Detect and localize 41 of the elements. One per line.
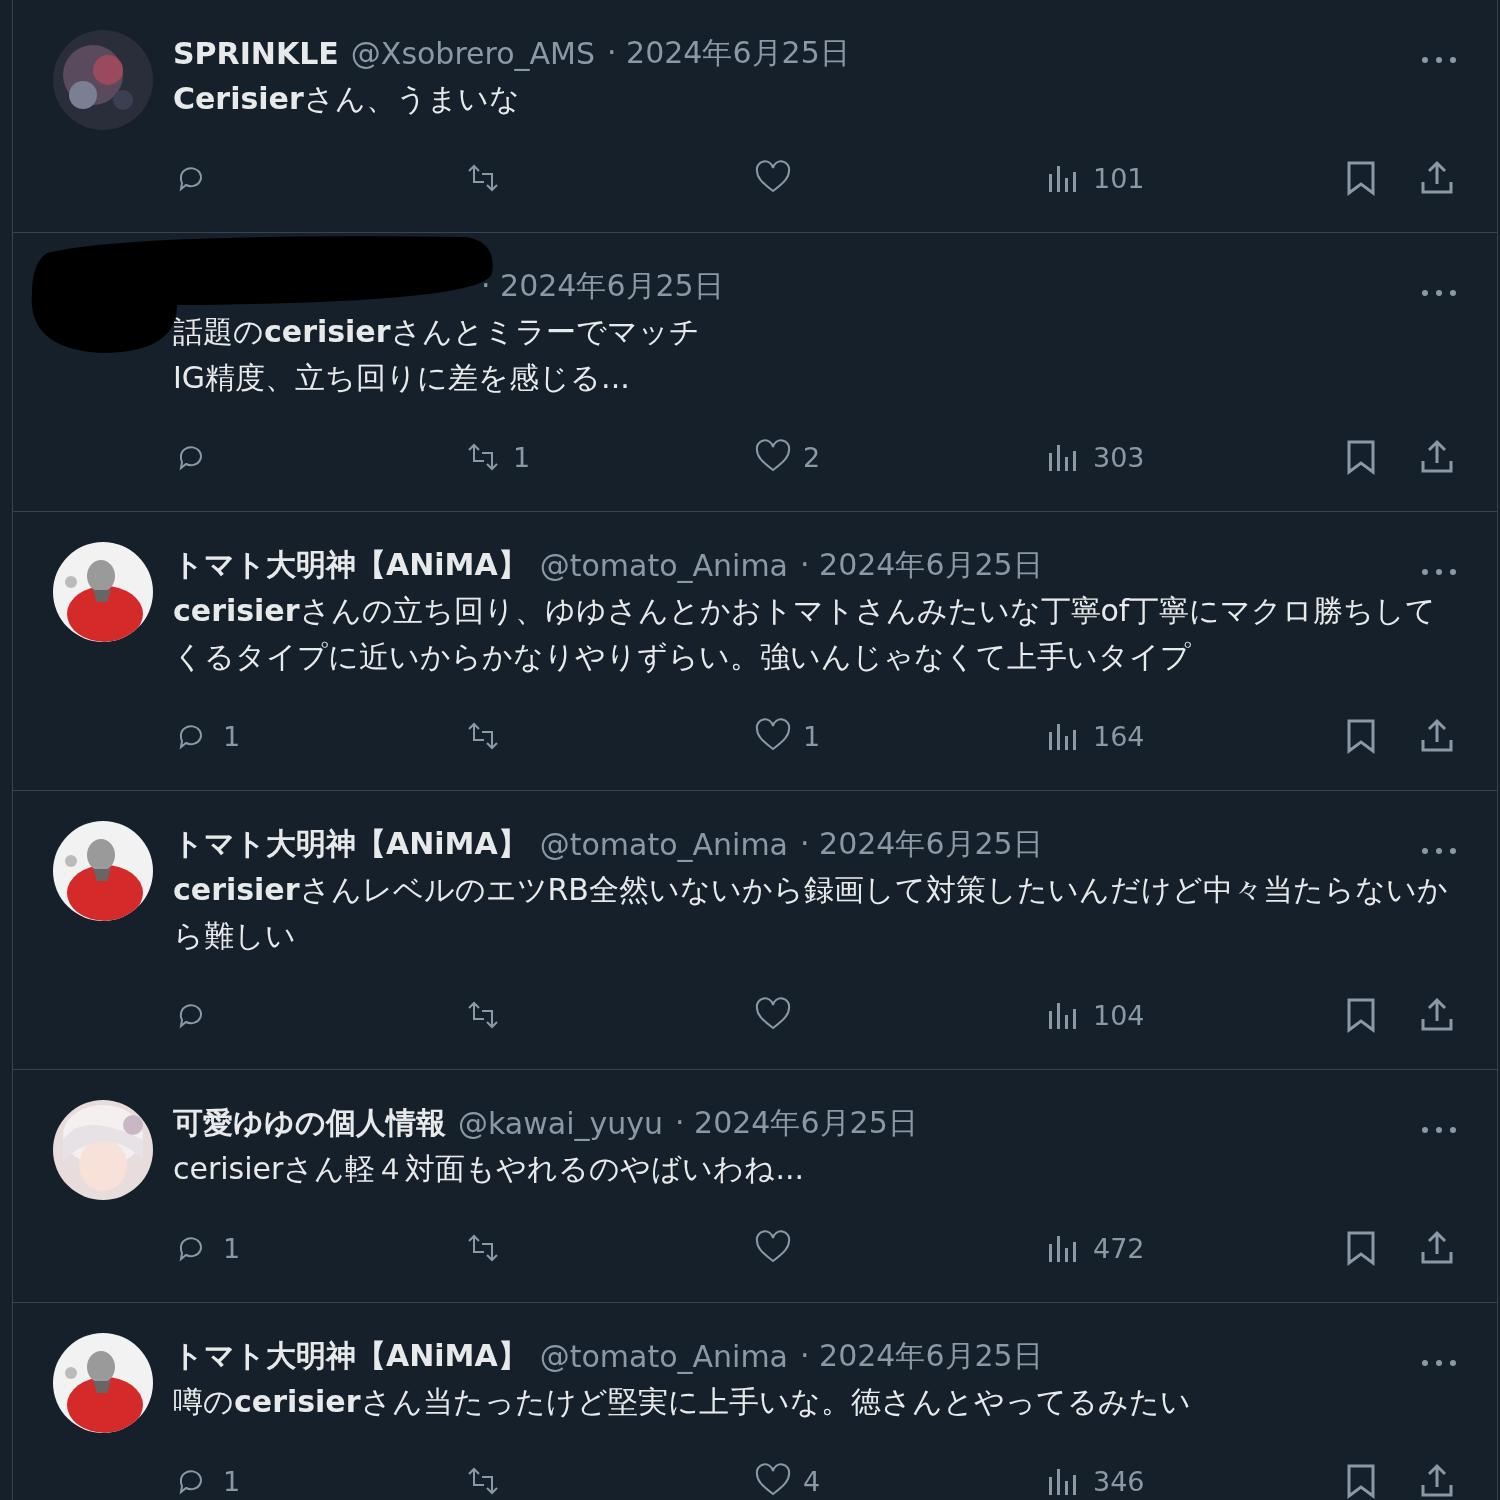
like-button[interactable]: 2 [753,437,1043,477]
author-handle[interactable]: @tomato_Anima [539,826,788,862]
views-button[interactable]: 346 [1043,1461,1333,1500]
author-handle[interactable]: @Xsobrero_AMS [350,35,596,71]
author-name[interactable]: トマト大明神【ANiMA】 [173,544,528,586]
author-handle[interactable]: @tomato_Anima [539,547,788,583]
post[interactable]: 可愛ゆゆの個人情報 @kawai_yuyu · 2024年6月25日 cerisierさん軽４対面もやれるのやばいわね... 1 472 [13,1070,1497,1303]
author-name[interactable]: SPRINKLE [173,35,339,71]
repost-button[interactable]: 1 [463,437,753,477]
views-button[interactable]: 303 [1043,437,1333,477]
post-text: 噂のcerisierさん当たったけど堅実に上手いな。徳さんとやってるみたい [173,1383,1192,1421]
views-button[interactable]: 164 [1043,716,1333,756]
post-text: Cerisierさん、うまいな [173,80,521,118]
post-date[interactable]: · 2024年6月25日 [481,265,724,307]
post-text: cerisierさんの立ち回り、ゆゆさんとかおトマトさんみたいな丁寧of丁寧にマクロ勝ちしてくるタイプに近いからかなりやりずらい。強いんじゃなくて上手いタイプ [173,592,1438,676]
like-button[interactable]: 4 [753,1461,1043,1500]
post-text: cerisierさん軽４対面もやれるのやばいわね... [173,1150,805,1188]
post-date[interactable]: · 2024年6月25日 [800,823,1043,865]
post-date[interactable]: · 2024年6月25日 [675,1102,918,1144]
post-date[interactable]: · 2024年6月25日 [800,1335,1043,1377]
reply-button[interactable]: 1 [173,1228,463,1268]
post[interactable]: · 2024年6月25日 話題のcerisierさんとミラーでマッチ IG精度、立ち回りに差を感じる... 1 2 303 [13,233,1497,512]
author-name[interactable]: トマト大明神【ANiMA】 [173,823,528,865]
views-button[interactable]: 104 [1043,995,1333,1035]
like-button[interactable]: 1 [753,716,1043,756]
post-text: cerisierさんレベルのエツRB全然いないから録画して対策したいんだけど中々当たらないから難しい [173,871,1449,955]
post-date[interactable]: · 2024年6月25日 [800,544,1043,586]
post[interactable]: トマト大明神【ANiMA】 @tomato_Anima · 2024年6月25日 cerisierさんレベルのエツRB全然いないから録画して対策したいんだけど中々当たらないから難しい 104 [13,791,1497,1070]
author-handle[interactable]: @kawai_yuyu [458,1105,664,1141]
author-handle[interactable]: @tomato_Anima [539,1338,788,1374]
author-name[interactable]: 可愛ゆゆの個人情報 [173,1102,446,1144]
post-text: 話題のcerisierさんとミラーでマッチ IG精度、立ち回りに差を感じる... [173,313,701,397]
post[interactable]: SPRINKLE @Xsobrero_AMS · 2024年6月25日 Cerisierさん、うまいな 101 [13,0,1497,233]
post-date[interactable]: · 2024年6月25日 [607,32,850,74]
reply-button[interactable]: 1 [173,1461,463,1500]
author-name[interactable]: トマト大明神【ANiMA】 [173,1335,528,1377]
post[interactable]: トマト大明神【ANiMA】 @tomato_Anima · 2024年6月25日 cerisierさんの立ち回り、ゆゆさんとかおトマトさんみたいな丁寧of丁寧にマクロ勝ちしてくるタイプに近いからかなりやりずらい。強いんじゃなくて上手いタイプ 1 1 164 [13,512,1497,791]
views-button[interactable]: 101 [1043,158,1333,198]
reply-button[interactable]: 1 [173,716,463,756]
views-button[interactable]: 472 [1043,1228,1333,1268]
post[interactable]: トマト大明神【ANiMA】 @tomato_Anima · 2024年6月25日 噂のcerisierさん当たったけど堅実に上手いな。徳さんとやってるみたい 1 4 346 [13,1303,1497,1500]
